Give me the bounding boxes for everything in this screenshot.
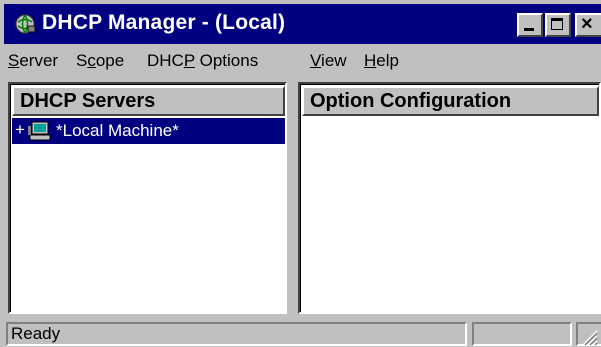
resize-grip-icon[interactable] xyxy=(578,326,598,346)
status-bar: Ready xyxy=(0,320,601,347)
menu-server[interactable]: Server xyxy=(8,51,58,71)
tree-item-local-machine[interactable]: + *Local Machine* xyxy=(12,118,285,144)
option-configuration-header[interactable]: Option Configuration xyxy=(302,86,599,116)
status-text: Ready xyxy=(6,322,467,346)
dhcp-servers-header[interactable]: DHCP Servers xyxy=(12,86,285,116)
dhcp-globe-icon xyxy=(15,14,36,34)
menu-help[interactable]: Help xyxy=(364,51,399,71)
menu-scope[interactable]: Scope xyxy=(76,51,124,71)
maximize-button[interactable] xyxy=(545,13,571,37)
tree-item-label: *Local Machine* xyxy=(56,121,179,140)
close-button[interactable]: × xyxy=(575,13,601,37)
expand-icon[interactable]: + xyxy=(15,120,25,140)
menu-dhcp-options[interactable]: DHCP Options xyxy=(147,51,258,71)
status-field-2 xyxy=(472,322,572,346)
window-title: DHCP Manager - (Local) xyxy=(42,11,286,34)
minimize-icon xyxy=(524,28,534,31)
title-bar[interactable]: DHCP Manager - (Local) × xyxy=(4,4,601,44)
computer-icon xyxy=(28,121,51,141)
maximize-icon xyxy=(551,18,563,30)
app-window: DHCP Manager - (Local) × Server Scope DH… xyxy=(0,0,601,347)
option-configuration-panel: Option Configuration xyxy=(298,82,601,314)
minimize-button[interactable] xyxy=(517,13,543,37)
dhcp-servers-panel: DHCP Servers + *Local Machine* xyxy=(8,82,287,314)
menu-bar: Server Scope DHCP Options View Help xyxy=(0,48,601,76)
close-icon: × xyxy=(581,13,593,35)
menu-view[interactable]: View xyxy=(310,51,347,71)
